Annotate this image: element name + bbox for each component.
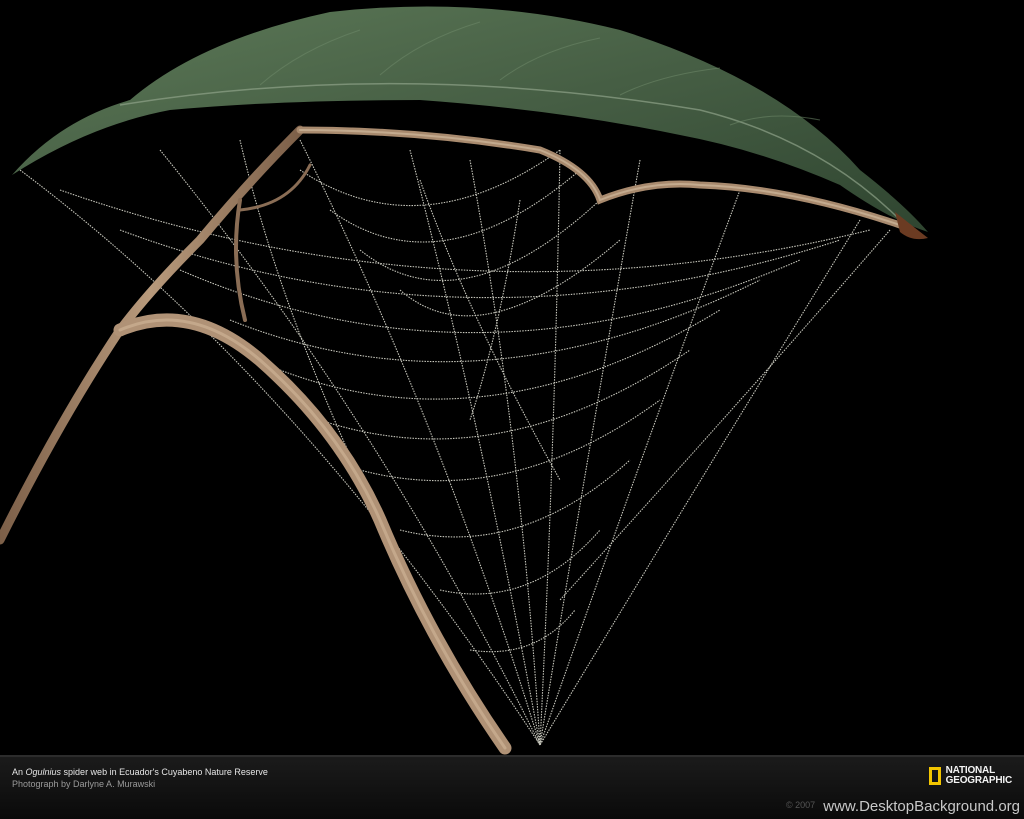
caption-title: An Ogulnius spider web in Ecuador's Cuya… xyxy=(12,767,268,777)
caption-bar: An Ogulnius spider web in Ecuador's Cuya… xyxy=(0,755,1024,819)
site-watermark: www.DesktopBackground.org xyxy=(823,798,1020,815)
photo-credit: Photograph by Darlyne A. Murawski xyxy=(12,779,156,789)
national-geographic-logo: NATIONAL GEOGRAPHIC xyxy=(928,766,1013,786)
logo-line2: GEOGRAPHIC xyxy=(945,775,1013,786)
photo-caption: An Ogulnius spider web in Ecuador's Cuya… xyxy=(12,766,268,790)
species-name: Ogulnius xyxy=(25,767,62,777)
yellow-rectangle-icon xyxy=(928,767,941,785)
wallpaper: An Ogulnius spider web in Ecuador's Cuya… xyxy=(0,0,1024,819)
copyright-text: © 2007 xyxy=(786,800,816,810)
photo xyxy=(0,0,1024,755)
